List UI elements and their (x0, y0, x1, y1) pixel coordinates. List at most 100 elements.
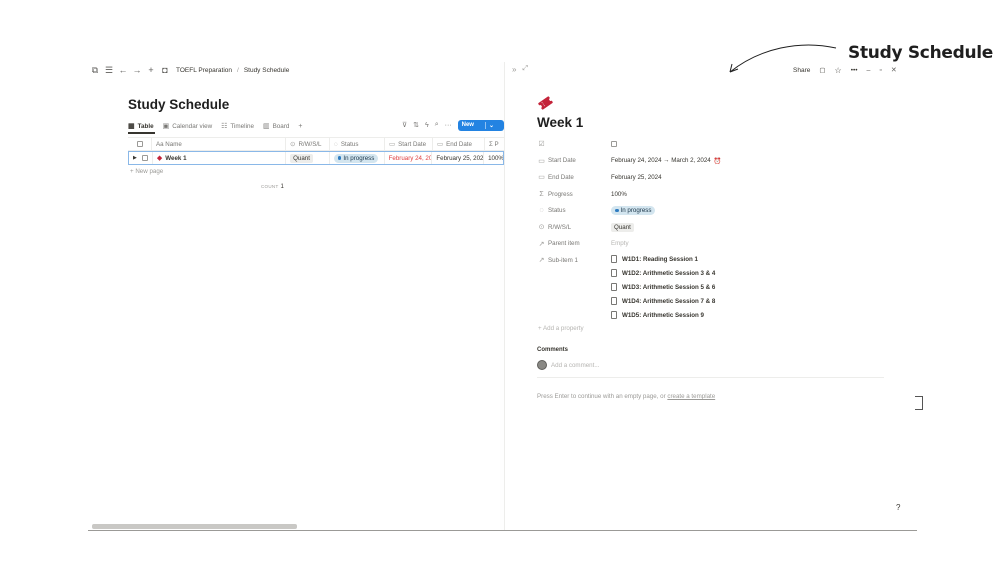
row-start-date-cell[interactable]: February 24, 202 (385, 152, 433, 164)
property-value[interactable]: In progress (611, 206, 656, 216)
database-title[interactable]: Study Schedule (128, 97, 229, 112)
end-date-value[interactable]: February 25, 2024 (611, 174, 662, 181)
property-start-date: ▭ Start Date February 24, 2024 → March 2,… (537, 153, 887, 170)
alarm-icon: ⏰ (713, 157, 722, 165)
calendar-icon: ▣ (162, 123, 170, 130)
property-label-text: Start Date (548, 157, 576, 165)
help-icon[interactable]: ? (896, 503, 900, 512)
sub-item-label: W1D1: Reading Session 1 (622, 255, 698, 263)
property-label-text: End Date (548, 173, 574, 181)
count-summary[interactable]: COUNT 1 (261, 184, 284, 190)
row-name-cell[interactable]: ◆ Week 1 (153, 152, 287, 164)
chevron-down-icon[interactable]: ⌄ (484, 121, 494, 129)
sub-item-label: W1D3: Arithmetic Session 5 & 6 (622, 283, 716, 291)
checkbox[interactable] (611, 141, 617, 148)
column-header-rws[interactable]: ⊙ R/W/S/L (286, 138, 330, 150)
property-value[interactable] (611, 141, 617, 148)
sub-item-link[interactable]: W1D4: Arithmetic Session 7 & 8 (611, 294, 715, 308)
add-property-label: Add a property (543, 325, 584, 332)
status-dot-icon (615, 208, 619, 213)
row-end-date-cell[interactable]: February 25, 2024 (432, 152, 485, 164)
sidebar-toggle-icon[interactable]: ⧉ (90, 65, 100, 75)
expand-toggle-icon[interactable]: ▶ (133, 155, 137, 161)
document-icon (611, 269, 617, 277)
expand-icon[interactable]: ⤢ (522, 65, 528, 74)
add-property-button[interactable]: + Add a property (538, 325, 584, 332)
property-progress: Σ Progress 100% (537, 186, 887, 203)
new-page-button[interactable]: + New page (130, 168, 163, 175)
sort-icon[interactable]: ⇅ (413, 121, 419, 129)
row-checkbox[interactable] (141, 155, 148, 161)
share-button[interactable]: Share (793, 67, 810, 74)
comments-heading: Comments (537, 347, 569, 353)
sub-item-link[interactable]: W1D5: Arithmetic Session 9 (611, 308, 715, 322)
relation-arrow-icon: ↗ (538, 257, 545, 265)
status-label: In progress (620, 207, 652, 215)
sub-item-label: W1D5: Arithmetic Session 9 (622, 311, 704, 319)
tab-table[interactable]: ▦ Table (128, 122, 154, 131)
sub-item-list: W1D1: Reading Session 1 W1D2: Arithmetic… (611, 252, 715, 322)
row-rws-cell[interactable]: Quant (286, 152, 330, 164)
column-header-name[interactable]: Aa Name (152, 138, 286, 150)
row-status-cell[interactable]: In progress (330, 152, 385, 164)
page-title[interactable]: Week 1 (537, 115, 583, 130)
column-header-start-date[interactable]: ▭ Start Date (385, 138, 433, 150)
panel-divider[interactable] (504, 62, 505, 530)
property-value[interactable]: Quant (611, 222, 634, 232)
tab-board[interactable]: ▥ Board (263, 122, 290, 131)
calendar-icon: ▭ (389, 141, 396, 148)
property-value[interactable]: February 24, 2024 → March 2, 2024 ⏰ (611, 157, 721, 165)
table-row[interactable]: ▶ ◆ Week 1 Quant In progress February 24,… (128, 151, 504, 165)
back-arrow-icon[interactable]: ← (118, 65, 128, 75)
plus-icon[interactable]: + (146, 65, 156, 75)
automation-icon[interactable]: ϟ (425, 122, 429, 129)
parent-item-value[interactable]: Empty (611, 240, 629, 247)
sub-item-link[interactable]: W1D3: Arithmetic Session 5 & 6 (611, 280, 715, 294)
ticket-icon: ◆ (156, 155, 163, 162)
tab-timeline[interactable]: ☷ Timeline (221, 122, 254, 131)
column-header-progress[interactable]: Σ P (485, 138, 504, 150)
new-button[interactable]: New ⌄ (457, 119, 505, 131)
more-icon[interactable]: ••• (851, 67, 858, 74)
comment-input-row[interactable]: Add a comment... (537, 360, 600, 370)
more-icon[interactable]: ··· (445, 122, 452, 129)
comment-input[interactable]: Add a comment... (551, 362, 600, 369)
horizontal-scrollbar[interactable] (92, 524, 297, 529)
rws-tag: Quant (611, 222, 634, 232)
sub-item-label: W1D2: Arithmetic Session 3 & 4 (622, 269, 716, 277)
select-all-checkbox[interactable] (128, 138, 152, 150)
column-header-end-date[interactable]: ▭ End Date (433, 138, 485, 150)
restore-icon[interactable]: ▫ (879, 67, 881, 74)
filter-icon[interactable]: ⊽ (402, 121, 407, 129)
comment-icon[interactable]: ▢ (819, 66, 825, 74)
property-label: ↗ Parent item (537, 240, 611, 248)
sub-item-link[interactable]: W1D2: Arithmetic Session 3 & 4 (611, 266, 715, 280)
create-template-link[interactable]: create a template (667, 393, 715, 400)
tab-label: Board (272, 122, 290, 130)
sub-item-link[interactable]: W1D1: Reading Session 1 (611, 252, 715, 266)
status-badge: In progress (333, 153, 379, 163)
close-icon[interactable]: ✕ (891, 66, 897, 74)
add-view-button[interactable]: + (298, 123, 305, 130)
tab-calendar[interactable]: ▣ Calendar view (162, 122, 213, 131)
ticket-icon[interactable] (538, 96, 553, 110)
property-label-text: Parent item (548, 240, 580, 248)
star-icon[interactable]: ☆ (835, 66, 842, 75)
start-date-value: February 24, 2024 → March 2, 2024 (611, 157, 711, 165)
property-label: Σ Progress (537, 191, 611, 198)
menu-icon[interactable]: ☰ (104, 65, 114, 75)
search-icon[interactable]: ⌕ (435, 121, 439, 129)
property-label-text: R/W/S/L (548, 223, 572, 231)
column-header-status[interactable]: ◌ Status (330, 138, 385, 150)
progress-value[interactable]: 100% (611, 191, 627, 198)
document-icon (611, 255, 617, 263)
checkbox-icon (136, 141, 143, 147)
row-progress-cell[interactable]: 100% (484, 152, 503, 164)
breadcrumb-item[interactable]: TOEFL Preparation (176, 67, 232, 74)
table-header: Aa Name ⊙ R/W/S/L ◌ Status ▭ Start Date ▭ En… (128, 137, 504, 151)
forward-arrow-icon[interactable]: → (132, 65, 142, 75)
column-header-label: Start Date (398, 140, 427, 148)
close-panel-icon[interactable]: » (512, 65, 516, 74)
breadcrumb-item[interactable]: Study Schedule (244, 67, 290, 74)
minimize-icon[interactable]: – (867, 67, 871, 74)
